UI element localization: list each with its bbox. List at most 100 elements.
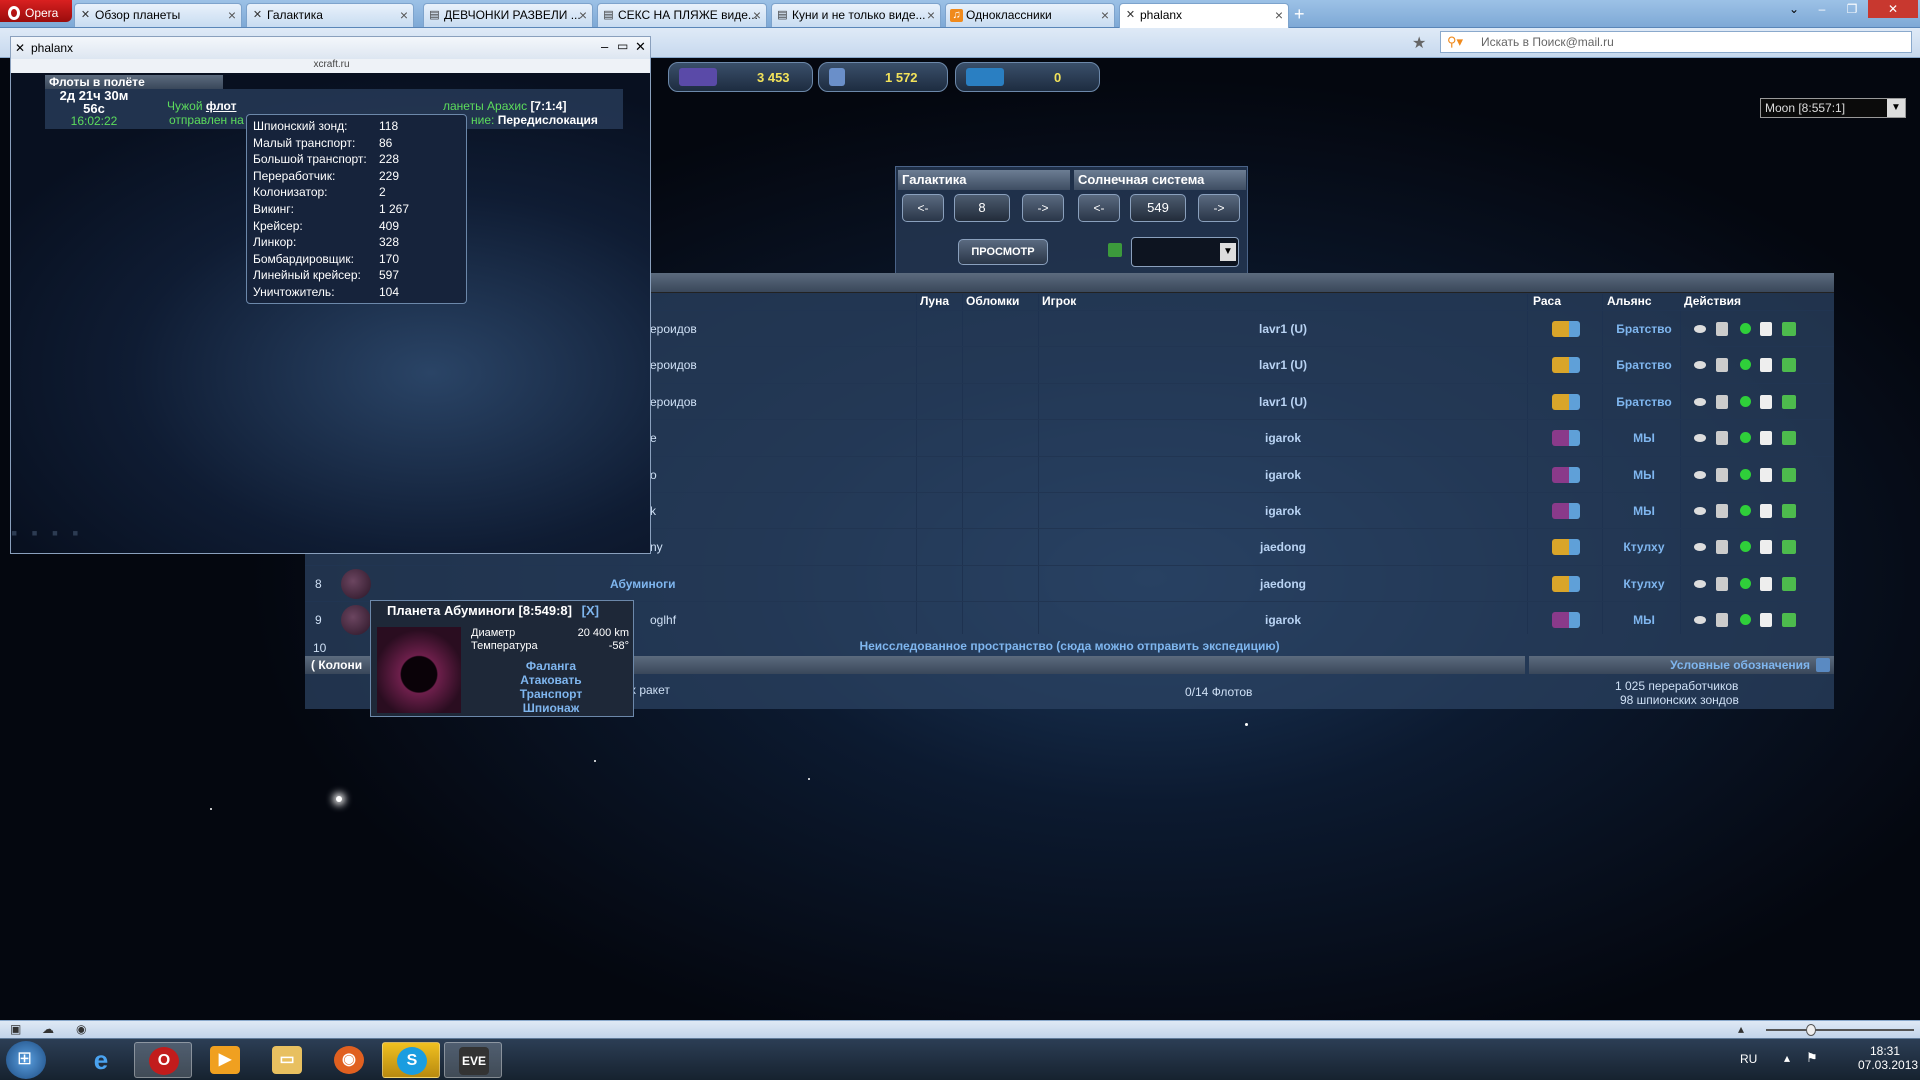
message-icon[interactable]: [1716, 467, 1728, 482]
opera-menu-button[interactable]: Opera: [0, 0, 72, 22]
message-icon[interactable]: [1716, 576, 1728, 591]
alliance-name[interactable]: МЫ: [1602, 602, 1686, 638]
taskbar-firefox[interactable]: ◉: [320, 1042, 378, 1078]
panel-icon[interactable]: ▣: [10, 1022, 21, 1036]
spy-icon[interactable]: [1782, 467, 1796, 482]
tab-video-1[interactable]: ▤ ДЕВЧОНКИ РАЗВЕЛИ ... ×: [423, 3, 593, 27]
tray-clock[interactable]: 18:31 07.03.2013: [1858, 1044, 1918, 1072]
tab-galaxy[interactable]: ✕ Галактика ×: [246, 3, 414, 27]
player-name[interactable]: igarok: [1083, 457, 1483, 493]
planet-thumbnail[interactable]: [341, 568, 371, 599]
galaxy-input[interactable]: 8: [954, 194, 1010, 222]
tab-odnoklassniki[interactable]: ♫ Одноклассники ×: [945, 3, 1115, 27]
spy-icon[interactable]: [1782, 613, 1796, 628]
minimize-icon[interactable]: –: [601, 39, 608, 54]
bookmark-star-icon[interactable]: ★: [1412, 33, 1426, 53]
message-icon[interactable]: [1716, 504, 1728, 518]
alliance-name[interactable]: Ктулху: [1602, 566, 1686, 602]
legend-link[interactable]: Условные обозначения: [1529, 656, 1834, 674]
transport-link[interactable]: Транспорт: [471, 687, 631, 701]
view-button[interactable]: ПРОСМОТР: [958, 239, 1048, 265]
buddy-icon[interactable]: [1760, 613, 1772, 628]
close-icon[interactable]: ×: [753, 7, 761, 23]
spy-icon[interactable]: [1782, 394, 1796, 409]
planet-name[interactable]: Абуминоги: [610, 566, 675, 602]
espionage-link[interactable]: Шпионаж: [471, 701, 631, 715]
buddy-icon[interactable]: [1760, 322, 1772, 336]
taskbar-eve[interactable]: EVE: [444, 1042, 502, 1078]
buddy-icon[interactable]: [1760, 504, 1772, 518]
planet-name[interactable]: о: [650, 457, 657, 493]
spy-icon[interactable]: [1782, 358, 1796, 373]
alliance-name[interactable]: Братство: [1602, 347, 1686, 383]
taskbar-media[interactable]: ▶: [196, 1042, 254, 1078]
galaxy-prev-button[interactable]: <-: [902, 194, 944, 222]
message-icon[interactable]: [1716, 613, 1728, 628]
planet-thumbnail[interactable]: [341, 605, 371, 636]
spy-icon[interactable]: [1782, 322, 1796, 336]
buddy-icon[interactable]: [1760, 467, 1772, 482]
eye-icon[interactable]: [1694, 470, 1706, 479]
new-tab-button[interactable]: +: [1294, 4, 1305, 25]
close-icon[interactable]: ✕: [635, 39, 646, 55]
eye-icon[interactable]: [1694, 397, 1706, 406]
player-name[interactable]: igarok: [1083, 602, 1483, 638]
close-icon[interactable]: ×: [400, 7, 408, 23]
language-indicator[interactable]: RU: [1740, 1052, 1757, 1066]
refresh-icon[interactable]: [1108, 243, 1122, 257]
planet-name[interactable]: ероидов: [650, 347, 697, 383]
buddy-icon[interactable]: [1760, 576, 1772, 591]
speed-dial-icon[interactable]: ◉: [76, 1022, 86, 1036]
eye-icon[interactable]: [1694, 579, 1706, 588]
spy-icon[interactable]: [1782, 576, 1796, 591]
tab-planet-overview[interactable]: ✕ Обзор планеты ×: [74, 3, 242, 27]
minimize-icon[interactable]: –: [1808, 0, 1836, 18]
maximize-icon[interactable]: ▭: [617, 39, 628, 53]
alliance-name[interactable]: Братство: [1602, 311, 1686, 347]
close-icon[interactable]: ×: [1275, 7, 1283, 23]
message-icon[interactable]: [1716, 431, 1728, 446]
eye-icon[interactable]: [1694, 361, 1706, 370]
search-input[interactable]: ⚲▾ Искать в Поиск@mail.ru: [1440, 31, 1912, 53]
message-icon[interactable]: [1716, 394, 1728, 409]
taskbar-explorer[interactable]: ▭: [258, 1042, 316, 1078]
attack-link[interactable]: Атаковать: [471, 673, 631, 687]
buddy-icon[interactable]: [1760, 358, 1772, 373]
buddy-icon[interactable]: [1760, 431, 1772, 446]
shortcut-select[interactable]: ▼: [1131, 237, 1239, 267]
taskbar-ie[interactable]: e: [72, 1042, 130, 1078]
zoom-slider[interactable]: [1766, 1029, 1914, 1031]
planet-name[interactable]: е: [650, 420, 657, 456]
system-next-button[interactable]: ->: [1198, 194, 1240, 222]
taskbar-opera[interactable]: O: [134, 1042, 192, 1078]
eye-icon[interactable]: [1694, 543, 1706, 552]
planet-select[interactable]: Moon [8:557:1] ▼: [1760, 98, 1906, 118]
zoom-icon[interactable]: ▴: [1738, 1022, 1744, 1036]
flag-icon[interactable]: ⚑: [1806, 1050, 1818, 1066]
maximize-icon[interactable]: ❐: [1838, 0, 1866, 18]
player-name[interactable]: igarok: [1083, 493, 1483, 529]
message-icon[interactable]: [1716, 322, 1728, 336]
system-prev-button[interactable]: <-: [1078, 194, 1120, 222]
alliance-name[interactable]: МЫ: [1602, 420, 1686, 456]
zoom-slider-handle[interactable]: [1806, 1024, 1816, 1036]
player-name[interactable]: lavr1 (U): [1083, 384, 1483, 420]
taskbar-skype[interactable]: S: [382, 1042, 440, 1078]
close-icon[interactable]: ×: [579, 7, 587, 23]
alliance-name[interactable]: Братство: [1602, 384, 1686, 420]
tab-list-icon[interactable]: ⌄: [1780, 0, 1808, 18]
spy-icon[interactable]: [1782, 540, 1796, 555]
player-name[interactable]: jaedong: [1083, 529, 1483, 565]
galaxy-next-button[interactable]: ->: [1022, 194, 1064, 222]
close-icon[interactable]: ×: [1101, 7, 1109, 23]
system-input[interactable]: 549: [1130, 194, 1186, 222]
buddy-icon[interactable]: [1760, 394, 1772, 409]
player-name[interactable]: lavr1 (U): [1083, 347, 1483, 383]
spy-icon[interactable]: [1782, 504, 1796, 518]
planet-name[interactable]: ny: [650, 529, 663, 565]
alliance-name[interactable]: Ктулху: [1602, 529, 1686, 565]
eye-icon[interactable]: [1694, 507, 1706, 515]
message-icon[interactable]: [1716, 358, 1728, 373]
close-window-icon[interactable]: ✕: [1868, 0, 1918, 18]
tab-video-2[interactable]: ▤ СЕКС НА ПЛЯЖЕ виде... ×: [597, 3, 767, 27]
